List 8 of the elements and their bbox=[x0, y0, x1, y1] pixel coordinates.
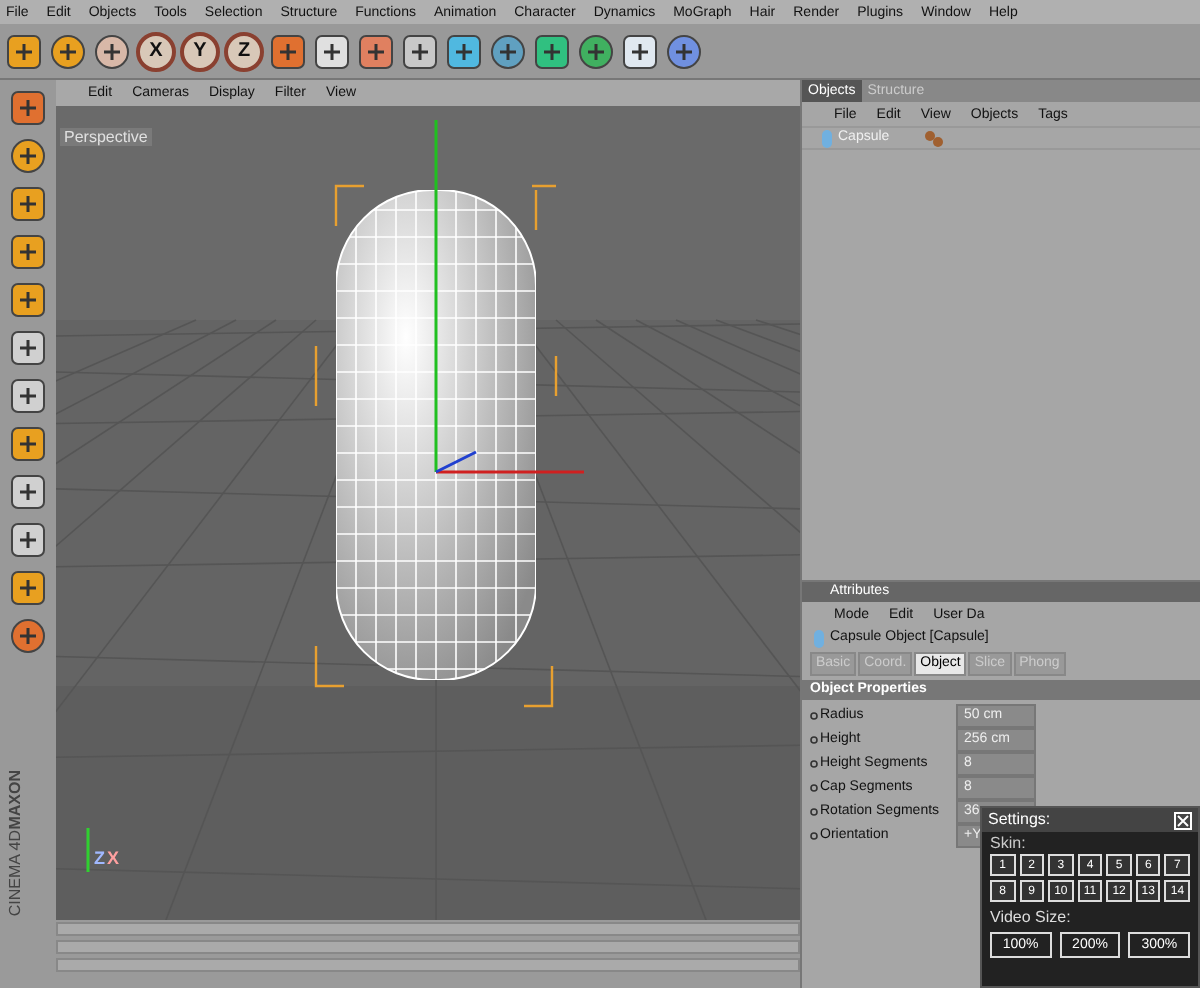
axis-label: Z bbox=[94, 845, 105, 871]
brand-text: MAXON bbox=[8, 770, 24, 830]
brand-text: CINEMA 4D bbox=[8, 829, 24, 916]
video-size-label: Video Size: bbox=[988, 906, 1073, 928]
settings-title: Settings: bbox=[988, 812, 1051, 828]
skin-label: Skin: bbox=[988, 832, 1028, 854]
viewport-label: Perspective bbox=[60, 128, 152, 146]
axis-label: X bbox=[107, 845, 120, 871]
